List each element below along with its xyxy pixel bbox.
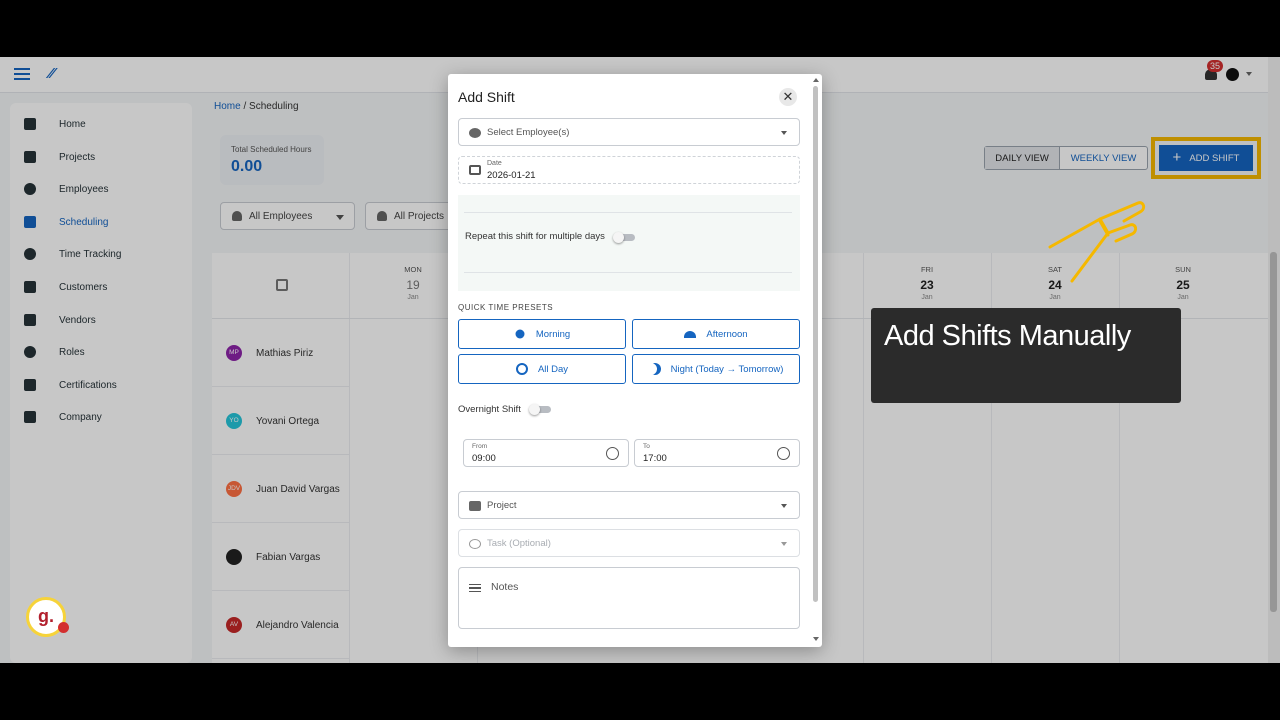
to-time-field[interactable]: To 17:00 — [634, 439, 800, 467]
preset-label: All Day — [537, 363, 569, 375]
tutorial-callout: Add Shifts Manually — [871, 308, 1181, 403]
chevron-down-icon — [781, 542, 787, 546]
record-indicator — [58, 622, 69, 633]
g-logo-letter: g. — [38, 606, 54, 626]
date-label: Date — [487, 160, 502, 167]
check-circle-icon — [469, 539, 481, 549]
notes-placeholder: Notes — [491, 581, 519, 593]
preset-afternoon-button[interactable]: Afternoon — [632, 319, 800, 349]
divider — [464, 272, 792, 273]
task-select[interactable]: Task (Optional) — [458, 529, 800, 557]
date-field[interactable]: Date 2026-01-21 — [458, 156, 800, 184]
repeat-label: Repeat this shift for multiple days — [465, 231, 605, 242]
clock-icon — [515, 363, 528, 375]
from-label: From — [472, 443, 488, 450]
scroll-down-icon[interactable] — [813, 637, 819, 641]
clock-icon[interactable] — [606, 447, 619, 460]
preset-label: Afternoon — [706, 328, 748, 340]
quick-presets-label: QUICK TIME PRESETS — [458, 303, 554, 312]
chevron-down-icon — [781, 131, 787, 135]
notes-textarea[interactable]: Notes — [458, 567, 800, 629]
repeat-toggle[interactable] — [613, 232, 635, 243]
scroll-up-icon[interactable] — [813, 78, 819, 82]
toggle-knob — [613, 232, 624, 243]
project-placeholder: Project — [487, 500, 517, 511]
dialog-title: Add Shift — [458, 89, 515, 105]
preset-night-button[interactable]: Night (Today → Tomorrow) — [632, 354, 800, 384]
clock-icon[interactable] — [777, 447, 790, 460]
add-shift-dialog: Add Shift ✕ Select Employee(s) Date 2026… — [448, 74, 822, 647]
employee-select-placeholder: Select Employee(s) — [487, 127, 570, 138]
g-logo: g. — [26, 597, 69, 637]
divider — [464, 212, 792, 213]
scrollbar-thumb[interactable] — [813, 86, 818, 602]
from-value: 09:00 — [472, 453, 496, 464]
sun-icon — [515, 329, 525, 339]
from-time-field[interactable]: From 09:00 — [463, 439, 629, 467]
preset-label: Morning — [535, 328, 571, 340]
notes-icon — [469, 584, 481, 592]
preset-morning-button[interactable]: Morning — [458, 319, 626, 349]
to-label: To — [643, 443, 650, 450]
preset-all-day-button[interactable]: All Day — [458, 354, 626, 384]
chevron-down-icon — [781, 504, 787, 508]
moon-icon — [649, 363, 661, 375]
overnight-label: Overnight Shift — [458, 404, 521, 415]
date-value: 2026-01-21 — [487, 170, 536, 181]
building-icon — [469, 501, 481, 511]
to-value: 17:00 — [643, 453, 667, 464]
app-screen: ⁄⁄ 35 Home Projects Employees Scheduling… — [0, 57, 1280, 663]
repeat-section: Repeat this shift for multiple days — [458, 195, 800, 291]
close-icon[interactable]: ✕ — [779, 88, 797, 106]
preset-label: Night (Today → Tomorrow) — [670, 363, 784, 375]
dialog-scrollbar[interactable] — [812, 78, 820, 641]
calendar-icon — [469, 165, 481, 175]
task-placeholder: Task (Optional) — [487, 538, 551, 549]
pointing-hand-icon — [1048, 201, 1146, 283]
people-icon — [469, 128, 481, 138]
sunset-icon — [684, 330, 697, 338]
project-select[interactable]: Project — [458, 491, 800, 519]
tutorial-callout-text: Add Shifts Manually — [884, 320, 1131, 352]
employee-select[interactable]: Select Employee(s) — [458, 118, 800, 146]
overnight-toggle[interactable] — [529, 404, 551, 415]
toggle-knob — [529, 404, 540, 415]
